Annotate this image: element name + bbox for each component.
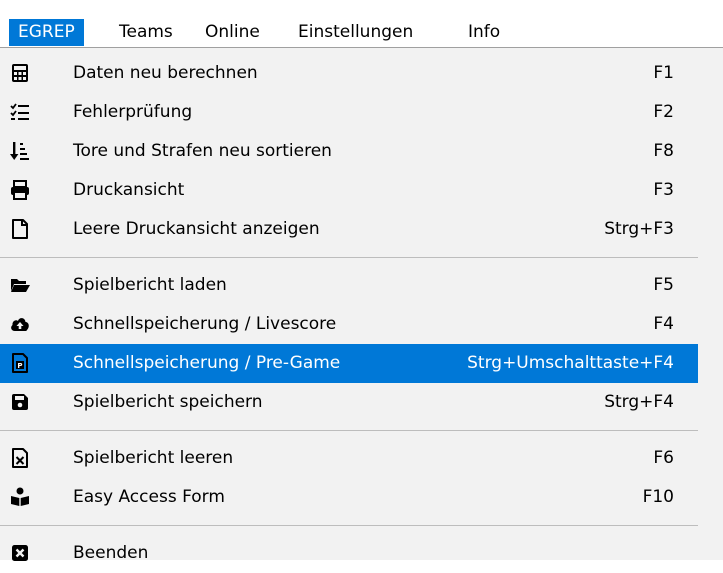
menu-info[interactable]: Info <box>459 19 509 46</box>
menu-item-leere-druckansicht[interactable]: Leere Druckansicht anzeigen Strg+F3 <box>0 210 698 249</box>
calculator-icon <box>10 63 30 83</box>
blank-page-icon <box>10 219 30 239</box>
menu-item-label: Tore und Strafen neu sortieren <box>73 141 332 161</box>
menu-egrep-label: EGREP <box>18 22 75 42</box>
menu-item-druckansicht[interactable]: Druckansicht F3 <box>0 171 698 210</box>
menu-separator <box>0 257 698 258</box>
menu-item-shortcut: F6 <box>653 448 674 468</box>
menu-item-tore-und-strafen-sortieren[interactable]: Tore und Strafen neu sortieren F8 <box>0 132 698 171</box>
menu-item-beenden[interactable]: Beenden <box>0 534 698 573</box>
menu-einstellungen-label: Einstellungen <box>298 22 414 42</box>
file-x-icon <box>10 448 30 468</box>
menu-item-label: Leere Druckansicht anzeigen <box>73 219 320 239</box>
svg-text:P: P <box>17 362 22 370</box>
menu-item-easy-access-form[interactable]: Easy Access Form F10 <box>0 478 698 517</box>
menu-item-label: Schnellspeicherung / Livescore <box>73 314 337 334</box>
menu-teams[interactable]: Teams <box>110 19 182 46</box>
menu-item-shortcut: F5 <box>653 275 674 295</box>
menu-item-label: Schnellspeicherung / Pre-Game <box>73 353 341 373</box>
cloud-upload-icon <box>10 314 30 334</box>
folder-open-icon <box>10 275 30 295</box>
menu-item-label: Spielbericht leeren <box>73 448 234 468</box>
menu-item-label: Spielbericht laden <box>73 275 227 295</box>
menu-item-spielbericht-speichern[interactable]: Spielbericht speichern Strg+F4 <box>0 383 698 422</box>
close-box-icon <box>10 543 30 563</box>
menu-item-label: Beenden <box>73 543 149 563</box>
menu-bar: EGREP Teams Online Einstellungen Info <box>0 0 723 48</box>
menu-item-shortcut: Strg+Umschalttaste+F4 <box>467 353 674 373</box>
menu-einstellungen[interactable]: Einstellungen <box>289 19 422 46</box>
menu-online[interactable]: Online <box>196 19 269 46</box>
menu-item-spielbericht-laden[interactable]: Spielbericht laden F5 <box>0 266 698 305</box>
menu-item-shortcut: Strg+F3 <box>604 219 674 239</box>
menu-item-schnellspeicherung-livescore[interactable]: Schnellspeicherung / Livescore F4 <box>0 305 698 344</box>
menu-item-shortcut: Strg+F4 <box>604 392 674 412</box>
menu-item-label: Spielbericht speichern <box>73 392 263 412</box>
file-p-icon: P <box>10 353 30 373</box>
printer-icon <box>10 180 30 200</box>
reader-icon <box>10 487 30 507</box>
menu-info-label: Info <box>468 22 501 42</box>
menu-item-spielbericht-leeren[interactable]: Spielbericht leeren F6 <box>0 439 698 478</box>
egrep-dropdown-menu: Daten neu berechnen F1 Fehlerprüfung F2 … <box>0 47 723 563</box>
menu-separator <box>0 430 698 431</box>
menu-item-shortcut: F3 <box>653 180 674 200</box>
menu-online-label: Online <box>205 22 260 42</box>
menu-item-shortcut: F8 <box>653 141 674 161</box>
menu-item-label: Fehlerprüfung <box>73 102 193 122</box>
save-icon <box>10 392 30 412</box>
checklist-icon <box>10 102 30 122</box>
menu-egrep[interactable]: EGREP <box>9 19 84 46</box>
menu-separator <box>0 525 698 526</box>
menu-item-fehlerpruefung[interactable]: Fehlerprüfung F2 <box>0 93 698 132</box>
menu-item-schnellspeicherung-pre-game[interactable]: P Schnellspeicherung / Pre-Game Strg+Ums… <box>0 344 698 383</box>
menu-item-label: Daten neu berechnen <box>73 63 258 83</box>
menu-item-shortcut: F2 <box>653 102 674 122</box>
menu-teams-label: Teams <box>119 22 173 42</box>
menu-item-shortcut: F10 <box>642 487 674 507</box>
menu-item-label: Druckansicht <box>73 180 185 200</box>
menu-item-label: Easy Access Form <box>73 487 225 507</box>
menu-item-shortcut: F4 <box>653 314 674 334</box>
menu-item-shortcut: F1 <box>653 63 674 83</box>
sort-icon <box>10 141 30 161</box>
menu-item-daten-neu-berechnen[interactable]: Daten neu berechnen F1 <box>0 54 698 93</box>
